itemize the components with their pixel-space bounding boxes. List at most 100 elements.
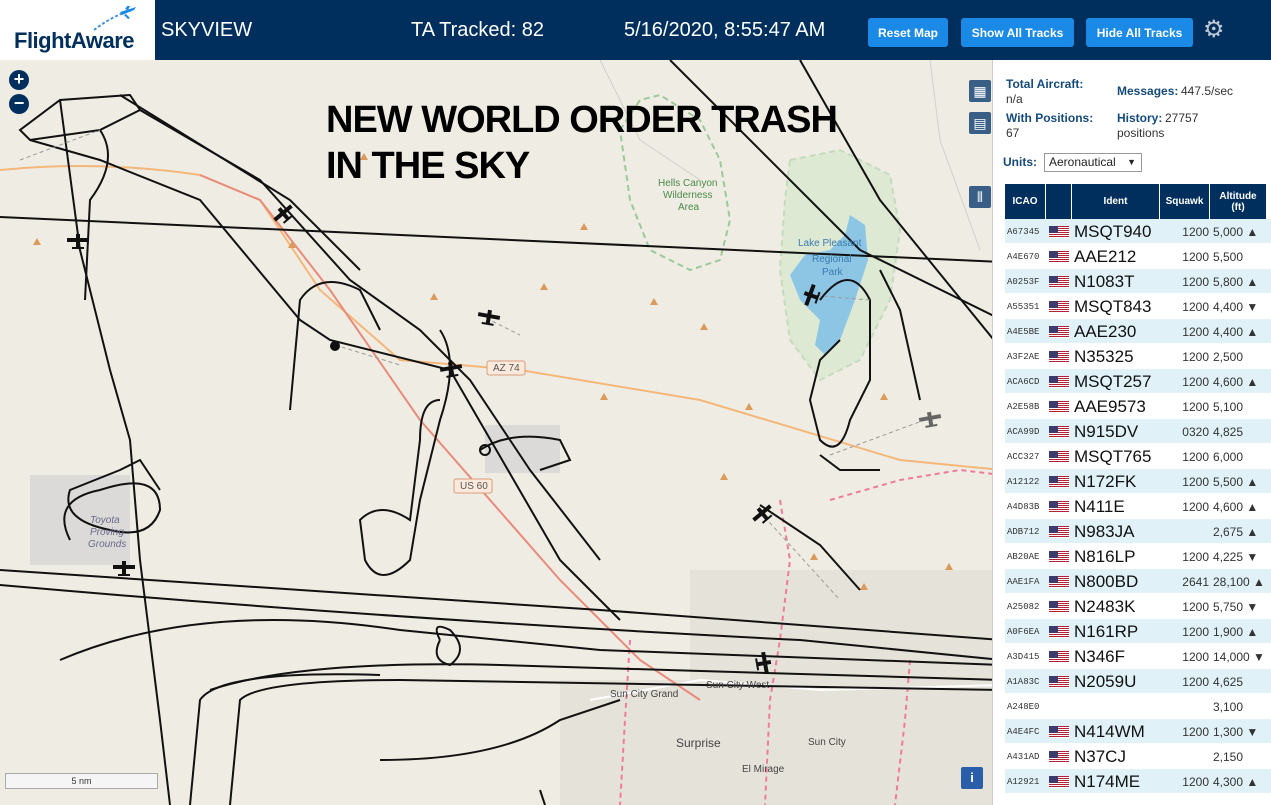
table-row[interactable]: A4E4FC N414WM 1200 1,300 ▼: [1005, 719, 1271, 744]
table-body: A67345 MSQT940 1200 5,000 ▲ A4E670 AAE212 1200…: [1005, 219, 1271, 794]
altitude-cell: 6,000: [1213, 449, 1244, 464]
icao-cell: A25082: [1007, 601, 1040, 612]
table-row[interactable]: A4D83B N411E 1200 4,600 ▲: [1005, 494, 1271, 519]
flag-cell: [1049, 294, 1071, 319]
col-header-ident[interactable]: Ident: [1072, 184, 1160, 219]
info-button[interactable]: i: [961, 767, 983, 789]
altitude-cell: 2,150: [1213, 749, 1244, 764]
overlay-text-line2: IN THE SKY: [326, 145, 530, 187]
us-flag-icon: [1049, 225, 1069, 238]
table-row[interactable]: A4E5BE AAE230 1200 4,400 ▲: [1005, 319, 1271, 344]
logo[interactable]: FlightAware: [0, 0, 155, 60]
road-label-az74: AZ 74: [493, 363, 520, 374]
grid-icon[interactable]: ▤: [969, 112, 991, 134]
table-row[interactable]: A431AD N37CJ 2,150: [1005, 744, 1271, 769]
table-row[interactable]: A67345 MSQT940 1200 5,000 ▲: [1005, 219, 1271, 244]
map-label: Regional: [812, 254, 852, 265]
ident-cell: N800BD: [1074, 571, 1139, 591]
gear-icon[interactable]: ⚙: [1203, 18, 1227, 42]
table-row[interactable]: ACC327 MSQT765 1200 6,000: [1005, 444, 1271, 469]
table-row[interactable]: A55351 MSQT843 1200 4,400 ▼: [1005, 294, 1271, 319]
col-header-icao[interactable]: ICAO: [1005, 184, 1046, 219]
altitude-cell: 2,500: [1213, 349, 1244, 364]
table-row[interactable]: A3D415 N346F 1200 14,000 ▼: [1005, 644, 1271, 669]
table-row[interactable]: A4E670 AAE212 1200 5,500: [1005, 244, 1271, 269]
col-header-flag[interactable]: [1046, 184, 1072, 219]
messages-label: Messages:: [1117, 84, 1179, 98]
table-row[interactable]: AAE1FA N800BD 2641 28,100 ▲: [1005, 569, 1271, 594]
table-row[interactable]: ADB712 N983JA 2,675 ▲: [1005, 519, 1271, 544]
road-label-us60: US 60: [460, 481, 488, 492]
us-flag-icon: [1049, 275, 1069, 288]
zoom-out-button[interactable]: −: [9, 94, 29, 114]
flag-cell: [1049, 594, 1071, 619]
map-view[interactable]: + − ▦ ▤ ⦀ Hells Canyon Wilderness Area L…: [0, 60, 1002, 805]
map-label: Park: [822, 267, 843, 278]
icao-cell: A4E670: [1007, 251, 1040, 262]
icao-cell: A431AD: [1007, 751, 1040, 762]
squawk-cell: 1200: [1182, 724, 1209, 739]
icao-cell: A55351: [1007, 301, 1040, 312]
ident-cell: N161RP: [1074, 621, 1139, 641]
altitude-cell: 5,750 ▼: [1213, 599, 1259, 614]
map-label: Hells Canyon: [658, 178, 718, 189]
table-row[interactable]: A248E0 3,100: [1005, 694, 1271, 719]
table-row[interactable]: A1A83C N2059U 1200 4,625: [1005, 669, 1271, 694]
table-row[interactable]: A2E58B AAE9573 1200 5,100: [1005, 394, 1271, 419]
squawk-cell: 1200: [1182, 274, 1209, 289]
table-row[interactable]: AB20AE N816LP 1200 4,225 ▼: [1005, 544, 1271, 569]
squawk-cell: 1200: [1182, 599, 1209, 614]
with-positions-label: With Positions:: [1006, 111, 1094, 125]
ident-cell: N1083T: [1074, 271, 1135, 291]
altitude-cell: 4,400 ▼: [1213, 299, 1259, 314]
table-row[interactable]: A25082 N2483K 1200 5,750 ▼: [1005, 594, 1271, 619]
flag-cell: [1049, 719, 1071, 744]
map-layers-icon[interactable]: ▦: [969, 80, 991, 102]
icao-cell: A4E5BE: [1007, 326, 1040, 337]
datetime-display: 5/16/2020, 8:55:47 AM: [624, 19, 826, 41]
flag-cell: [1049, 694, 1071, 719]
ident-cell: N2483K: [1074, 596, 1136, 616]
ta-tracked-count: TA Tracked: 82: [411, 19, 545, 41]
hide-all-tracks-button[interactable]: Hide All Tracks: [1086, 18, 1193, 47]
flag-cell: [1049, 494, 1071, 519]
squawk-cell: 1200: [1182, 249, 1209, 264]
table-row[interactable]: A12122 N172FK 1200 5,500 ▲: [1005, 469, 1271, 494]
units-select[interactable]: Aeronautical ▼: [1044, 153, 1142, 172]
zoom-in-button[interactable]: +: [9, 70, 29, 90]
us-flag-icon: [1049, 375, 1069, 388]
icao-cell: A2E58B: [1007, 401, 1040, 412]
us-flag-icon: [1049, 400, 1069, 413]
app-title: SKYVIEW: [161, 19, 253, 41]
icao-cell: ADB712: [1007, 526, 1040, 537]
table-row[interactable]: A3F2AE N35325 1200 2,500: [1005, 344, 1271, 369]
overlay-text-line1: NEW WORLD ORDER TRASH: [326, 99, 838, 141]
squawk-cell: [1165, 694, 1209, 719]
us-flag-icon: [1049, 500, 1069, 513]
column-toggle-icon[interactable]: ⦀: [969, 186, 991, 208]
icao-cell: A0253F: [1007, 276, 1040, 287]
icao-cell: ACC327: [1007, 451, 1040, 462]
table-row[interactable]: ACA99D N915DV 0320 4,825: [1005, 419, 1271, 444]
flag-cell: [1049, 519, 1071, 544]
show-all-tracks-button[interactable]: Show All Tracks: [961, 18, 1074, 47]
table-header: ICAO Ident Squawk Altitude (ft): [1005, 184, 1271, 219]
ident-cell: MSQT843: [1074, 296, 1152, 316]
table-row[interactable]: A0253F N1083T 1200 5,800 ▲: [1005, 269, 1271, 294]
ident-cell: AAE230: [1074, 321, 1137, 341]
map-label: Area: [678, 202, 700, 213]
us-flag-icon: [1049, 675, 1069, 688]
flag-cell: [1049, 544, 1071, 569]
map-label: Wilderness: [663, 190, 713, 201]
squawk-cell: 1200: [1182, 299, 1209, 314]
table-row[interactable]: A0F6EA N161RP 1200 1,900 ▲: [1005, 619, 1271, 644]
table-row[interactable]: ACA6CD MSQT257 1200 4,600 ▲: [1005, 369, 1271, 394]
flag-cell: [1049, 269, 1071, 294]
col-header-altitude[interactable]: Altitude (ft): [1210, 184, 1267, 219]
total-aircraft-label: Total Aircraft:: [1006, 77, 1084, 91]
table-row[interactable]: A12921 N174ME 1200 4,300 ▲: [1005, 769, 1271, 794]
col-header-squawk[interactable]: Squawk: [1160, 184, 1210, 219]
reset-map-button[interactable]: Reset Map: [868, 18, 948, 47]
flag-cell: [1049, 569, 1071, 594]
us-flag-icon: [1049, 425, 1069, 438]
